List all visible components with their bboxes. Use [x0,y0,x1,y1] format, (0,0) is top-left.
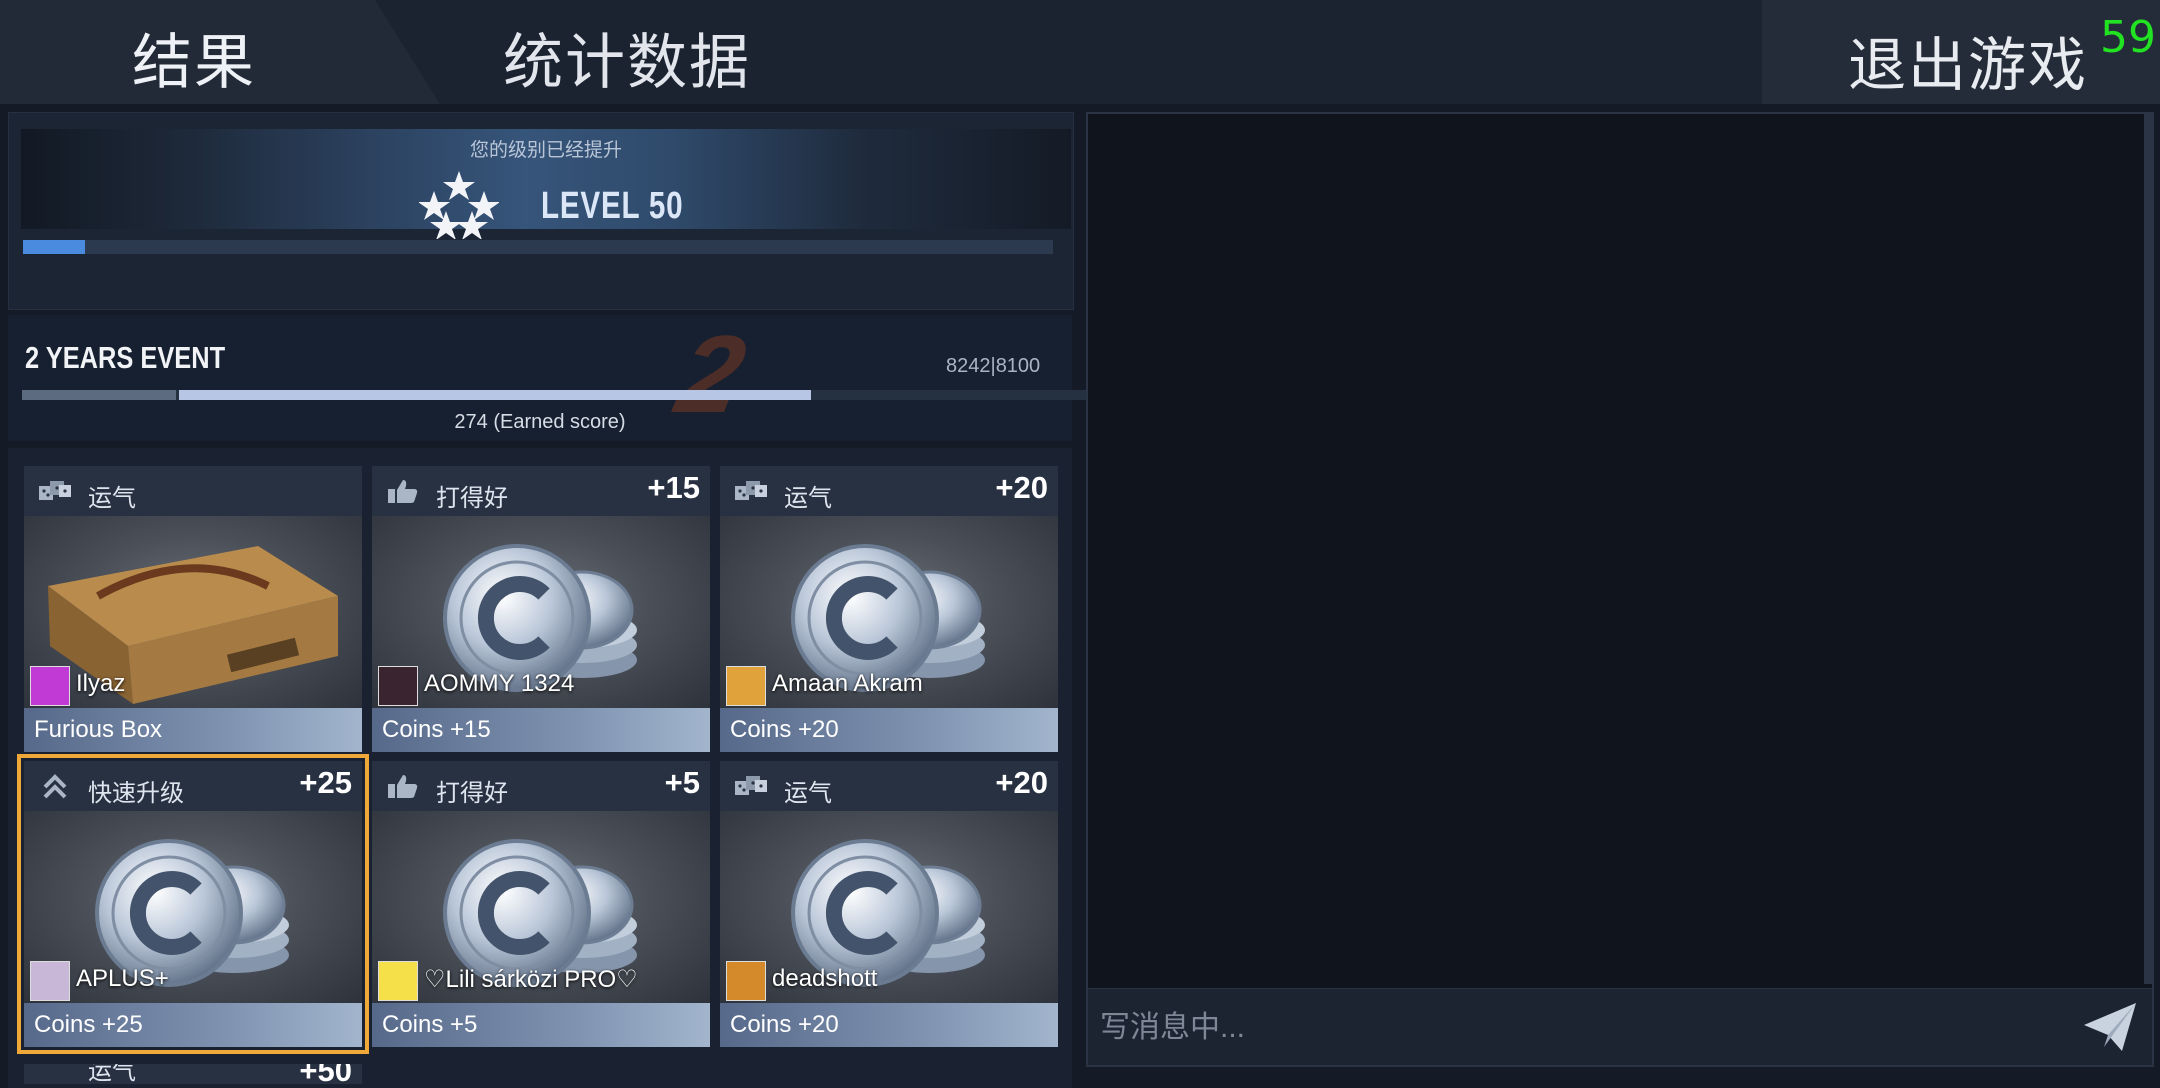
reward-label: Coins +15 [382,716,491,743]
tab-statistics[interactable]: 统计数据 [503,14,751,101]
player-avatar [30,666,70,706]
player-avatar [30,961,70,1001]
reward-image: Ilyaz [24,516,362,708]
reward-category: 运气 [88,485,136,512]
reward-category: 打得好 [436,780,508,807]
reward-label: Coins +25 [34,1011,143,1038]
event-progress-bar [22,390,1267,400]
player-name: Amaan Akram [772,670,923,697]
top-bar: 结果 统计数据 退出游戏 59 [0,0,2160,104]
reward-category: 打得好 [436,485,508,512]
reward-card-header: 打得好 +5 [372,761,710,811]
rank-up-icon [38,773,72,799]
reward-bonus: +20 [995,470,1048,505]
event-progress-gain [178,390,812,400]
reward-category: 运气 [784,780,832,807]
reward-card-header: 运气 [24,466,362,516]
event-earned-score: 274 (Earned score) [454,411,626,433]
reward-label: Furious Box [34,716,163,743]
reward-footer: Coins +20 [720,708,1058,752]
reward-card[interactable]: 打得好 +15 AOMMY 1324 Coins +15 [372,466,710,752]
level-title: LEVEL 50 [541,185,684,227]
reward-card-header: 快速升级 +25 [24,761,362,811]
countdown-timer: 59 [2100,12,2156,63]
reward-category: 快速升级 [88,780,184,807]
level-up-subtitle: 您的级别已经提升 [469,140,622,161]
player-name: AOMMY 1324 [424,670,575,697]
chat-input-row [1086,988,2154,1067]
reward-footer: Coins +25 [24,1003,362,1047]
reward-bonus: +15 [647,470,700,505]
player-avatar [726,666,766,706]
reward-bonus: +5 [664,765,700,800]
chat-message-input[interactable] [1088,989,2062,1067]
reward-footer: Coins +5 [372,1003,710,1047]
reward-card-header: 运气 +20 [720,466,1058,516]
chat-messages-panel [1086,112,2154,992]
event-score: 8242|8100 [946,355,1041,377]
player-avatar [378,961,418,1001]
reward-card[interactable]: 运气 +20 deadshott Coins +20 [720,761,1058,1047]
dice-icon [734,773,768,799]
reward-bonus: +25 [299,765,352,800]
reward-card[interactable]: 运气 Ilyaz Furious Box [24,466,362,752]
reward-card-partial[interactable]: 运气 +50 [24,1064,362,1084]
thumbs-up-icon [386,773,420,799]
reward-card[interactable]: 打得好 +5 ♡Lili sárközi PRO♡ Coins +5 [372,761,710,1047]
player-avatar [378,666,418,706]
player-name: APLUS+ [76,965,169,992]
level-progress-bar [23,240,1053,254]
reward-image: AOMMY 1324 [372,516,710,708]
tab-results-label[interactable]: 结果 [132,14,256,101]
player-name: deadshott [772,965,878,992]
event-panel: 2 YEARS 2 YEARS EVENT 8242|8100 274 (Ear… [8,315,1072,441]
reward-image: ♡Lili sárközi PRO♡ [372,811,710,1003]
reward-card-header: 运气 +20 [720,761,1058,811]
event-progress-base [22,390,177,400]
reward-bonus: +50 [299,1064,352,1084]
event-title: 2 YEARS EVENT [25,340,226,375]
reward-footer: Furious Box [24,708,362,752]
send-icon[interactable] [2082,1001,2138,1053]
reward-image: Amaan Akram [720,516,1058,708]
player-name: ♡Lili sárközi PRO♡ [424,966,638,993]
reward-category: 运气 [784,485,832,512]
reward-category: 运气 [88,1064,136,1084]
reward-label: Coins +20 [730,1011,839,1038]
level-banner: 您的级别已经提升 LEVEL 50 [21,129,1071,239]
reward-footer: Coins +20 [720,1003,1058,1047]
reward-footer: Coins +15 [372,708,710,752]
reward-card[interactable]: 运气 +20 Amaan Akram Coins +20 [720,466,1058,752]
exit-game-label[interactable]: 退出游戏 [1848,18,2088,102]
player-avatar [726,961,766,1001]
reward-card-header: 打得好 +15 [372,466,710,516]
reward-label: Coins +20 [730,716,839,743]
reward-image: APLUS+ [24,811,362,1003]
reward-image: deadshott [720,811,1058,1003]
player-name: Ilyaz [76,670,126,697]
rank-stars-icon [419,171,499,239]
reward-bonus: +20 [995,765,1048,800]
reward-label: Coins +5 [382,1011,478,1038]
dice-icon [734,478,768,504]
dice-icon [38,478,72,504]
level-up-panel: 您的级别已经提升 LEVEL 50 [8,112,1074,310]
thumbs-up-icon [386,478,420,504]
reward-card[interactable]: 快速升级 +25 APLUS+ Coins +25 [17,754,369,1054]
level-progress-fill [23,240,85,254]
chat-scrollbar[interactable] [2144,114,2152,984]
